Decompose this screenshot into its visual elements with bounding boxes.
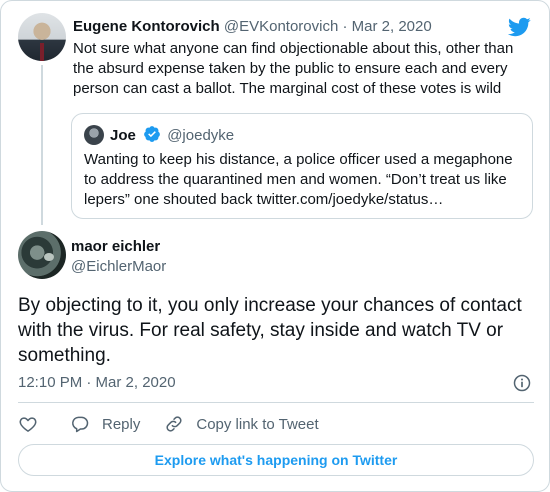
heart-icon	[19, 417, 37, 432]
main-author-name[interactable]: maor eichler	[71, 237, 160, 257]
explore-twitter-button[interactable]: Explore what's happening on Twitter	[18, 444, 534, 476]
link-icon	[166, 416, 182, 432]
quoted-tweet-header: Joe @joedyke	[110, 125, 234, 146]
reply-label: Reply	[102, 415, 141, 433]
tweet-timestamp[interactable]: 12:10 PM · Mar 2, 2020	[18, 373, 176, 393]
reply-bubble-icon	[72, 416, 89, 433]
quoted-tweet-text: Wanting to keep his distance, a police o…	[84, 151, 513, 208]
parent-author-name[interactable]: Eugene Kontorovich	[73, 18, 220, 35]
parent-author-handle[interactable]: @EVKontorovich	[224, 18, 338, 35]
divider	[18, 402, 534, 403]
thread-connector-line	[41, 65, 43, 225]
like-button[interactable]	[18, 414, 38, 434]
parent-tweet-text: Not sure what anyone can find objectiona…	[73, 40, 514, 97]
quoted-author-avatar	[84, 125, 104, 145]
reply-button[interactable]: Reply	[70, 414, 140, 434]
parent-tweet-date[interactable]: Mar 2, 2020	[352, 18, 432, 35]
parent-tweet-header: Eugene Kontorovich @EVKontorovich · Mar …	[73, 17, 432, 37]
copy-link-button[interactable]: Copy link to Tweet	[164, 414, 319, 434]
verified-badge-icon	[144, 126, 160, 142]
quoted-author-handle: @joedyke	[167, 127, 235, 144]
main-author-avatar[interactable]	[18, 231, 66, 279]
twitter-bird-icon[interactable]	[507, 15, 531, 39]
main-tweet-text: By objecting to it, you only increase yo…	[18, 295, 522, 366]
copy-link-label: Copy link to Tweet	[196, 415, 319, 433]
info-icon[interactable]	[512, 373, 532, 393]
parent-author-avatar[interactable]	[18, 13, 66, 61]
embedded-tweet-card: Eugene Kontorovich @EVKontorovich · Mar …	[0, 0, 550, 492]
quoted-tweet[interactable]: Joe @joedyke Wanting to keep his distanc…	[71, 113, 533, 219]
quoted-author-name: Joe	[110, 127, 136, 144]
meta-separator: ·	[342, 18, 348, 35]
tweet-actions: Reply Copy link to Tweet	[18, 413, 319, 435]
main-author-handle[interactable]: @EichlerMaor	[71, 257, 166, 277]
